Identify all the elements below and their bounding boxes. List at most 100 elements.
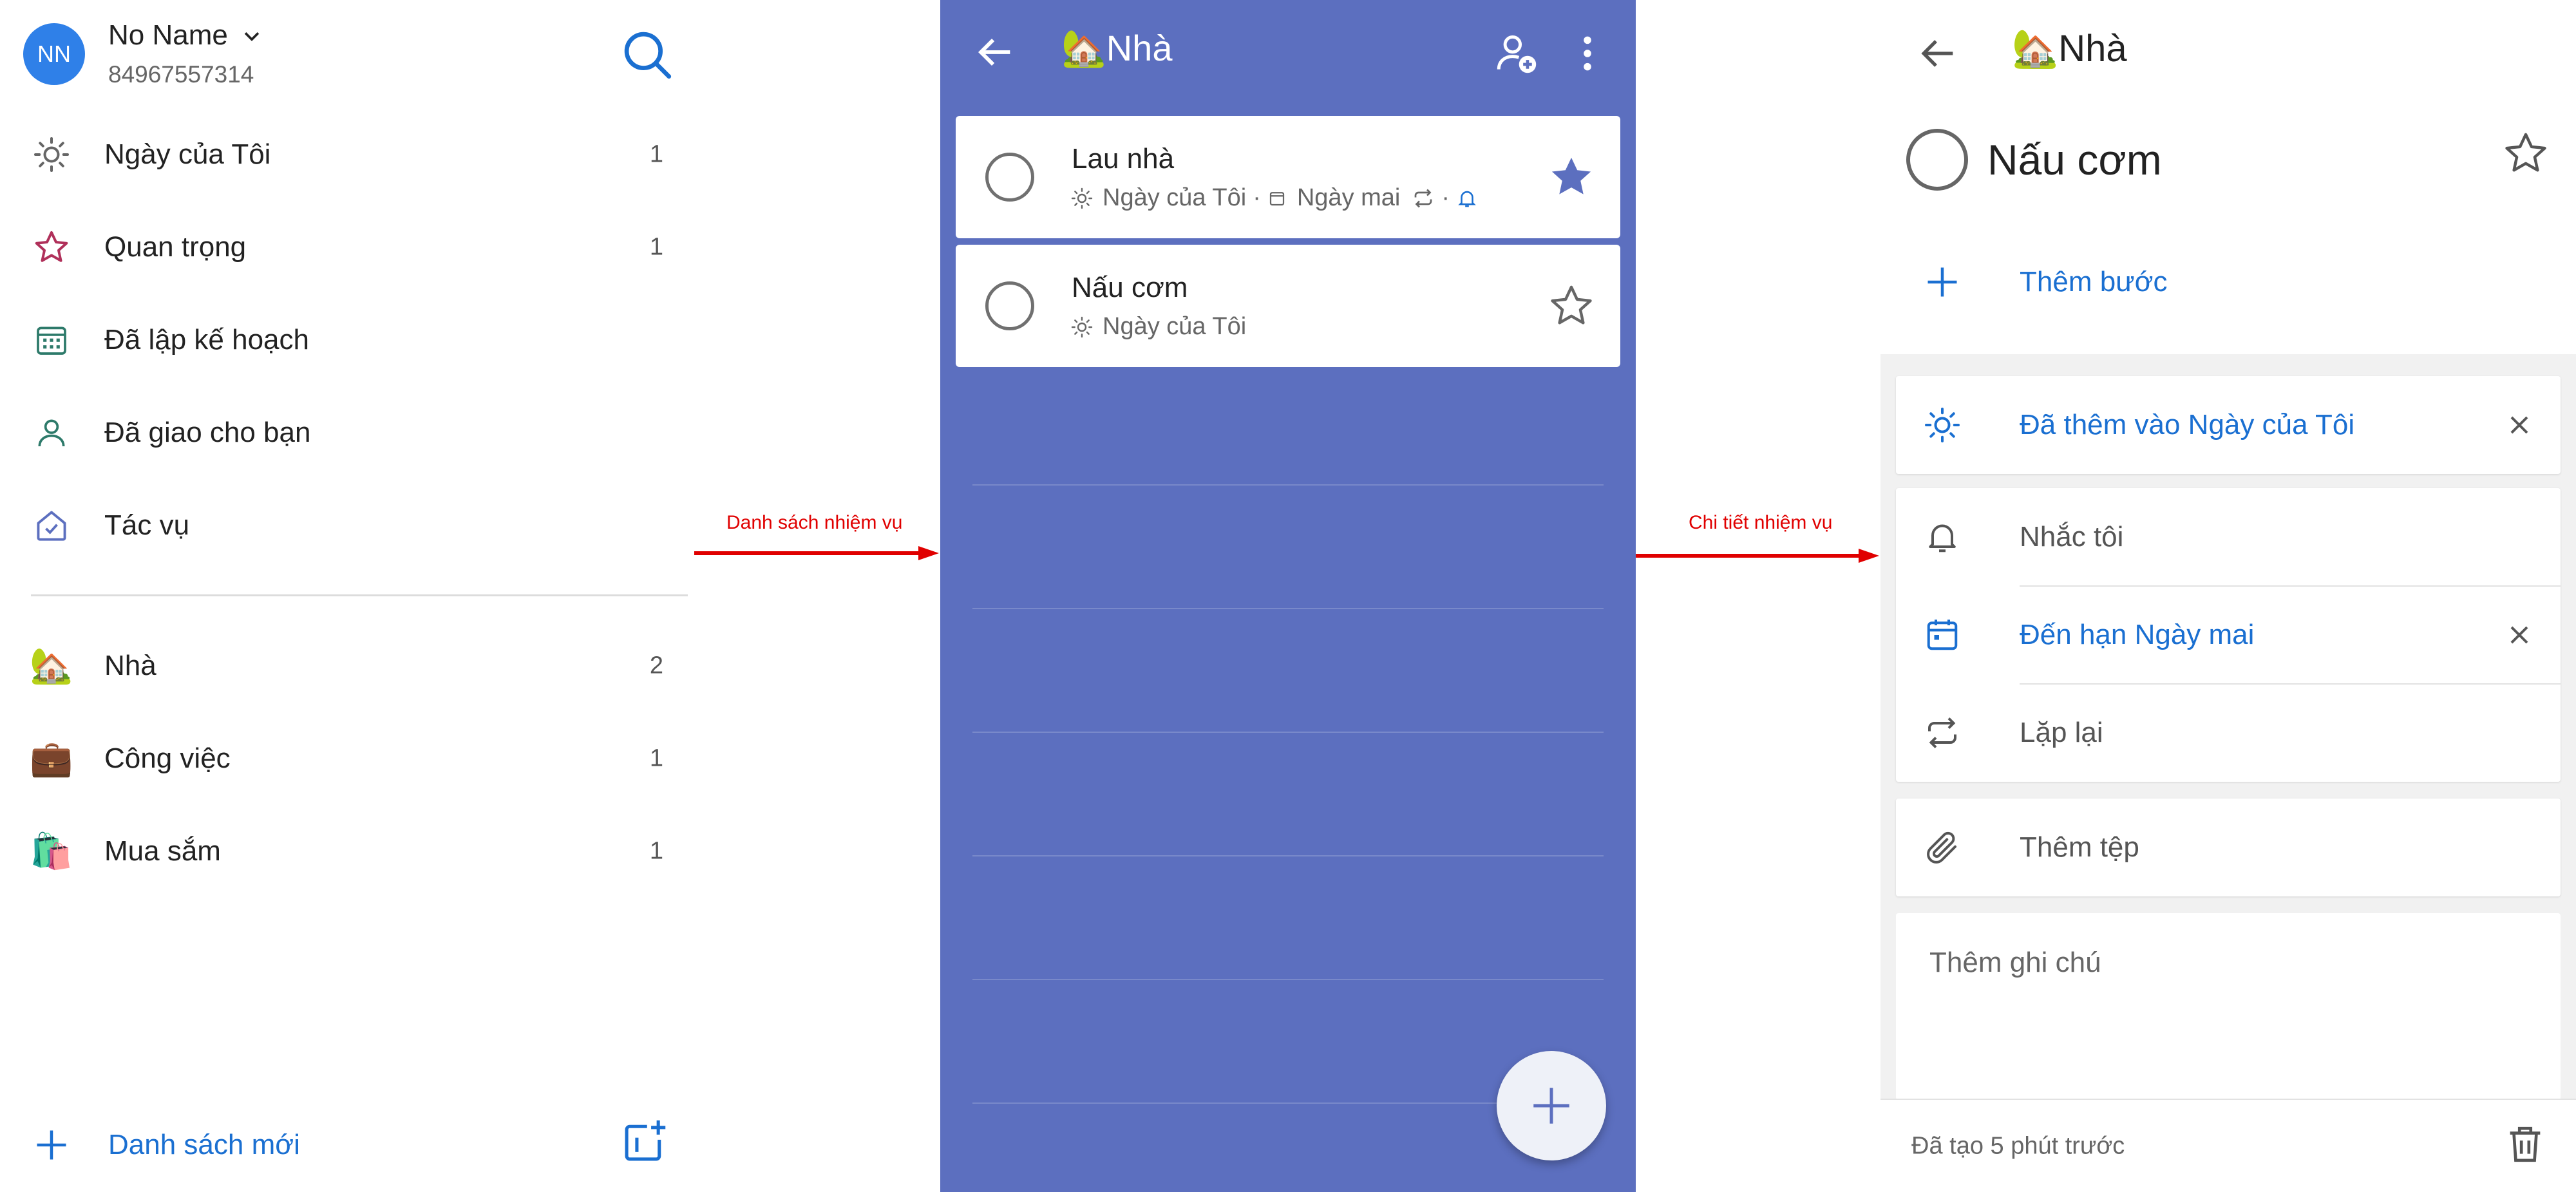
new-group-button[interactable] <box>620 1117 668 1166</box>
note-field[interactable]: Thêm ghi chú <box>1896 913 2561 1100</box>
empty-row-line <box>972 608 1604 609</box>
task-card[interactable]: Lau nhà Ngày của Tôi · Ngày mai · <box>956 116 1620 238</box>
add-step-label: Thêm bước <box>2020 266 2168 298</box>
search-button[interactable] <box>618 26 676 84</box>
added-to-myday-row[interactable]: Đã thêm vào Ngày của Tôi <box>1896 376 2561 474</box>
add-task-button[interactable] <box>1497 1051 1606 1160</box>
remove-due-date-button[interactable] <box>2504 620 2535 650</box>
avatar[interactable]: NN <box>23 23 85 85</box>
sidebar-item-count: 1 <box>649 837 663 865</box>
arrow-icon <box>1636 549 1879 563</box>
repeat-icon <box>1922 712 1963 753</box>
task-title: Nấu cơm <box>1072 272 1188 303</box>
account-switcher[interactable]: No Name <box>108 19 263 52</box>
sidebar-item-count: 1 <box>649 233 663 261</box>
more-vertical-icon <box>1584 36 1591 71</box>
sidebar-item-important[interactable]: Quan trọng 1 <box>0 201 688 294</box>
arrow-icon <box>694 546 939 560</box>
task-meta-due: Ngày mai <box>1296 184 1401 211</box>
sidebar-item-planned[interactable]: Đã lập kế hoạch <box>0 294 688 386</box>
task-title[interactable]: Nấu cơm <box>1987 135 2162 184</box>
task-title: Lau nhà <box>1072 143 1175 175</box>
plus-icon <box>1922 261 1963 303</box>
due-date-row[interactable]: Đến hạn Ngày mai <box>1896 586 2561 684</box>
navigation-drawer: NN No Name 84967557314 Ngày của Tôi 1 Qu… <box>0 0 688 1192</box>
sidebar-item-label: Đã lập kế hoạch <box>104 324 309 355</box>
house-emoji-icon: 🏡 <box>1061 28 1106 68</box>
sun-icon <box>1922 404 1963 446</box>
back-arrow-icon <box>1921 40 1953 67</box>
due-date-label: Đến hạn Ngày mai <box>2020 619 2255 650</box>
attachment-section: Thêm tệp <box>1896 799 2561 896</box>
add-person-icon <box>1497 35 1537 73</box>
bell-icon <box>1456 187 1478 209</box>
divider <box>31 594 688 596</box>
schedule-section: Nhắc tôi Đến hạn Ngày mai Lặp lại <box>1896 488 2561 782</box>
detail-footer: Đã tạo 5 phút trước <box>1880 1099 2576 1192</box>
task-meta-myday: Ngày của Tôi <box>1103 184 1247 211</box>
delete-task-button[interactable] <box>2503 1122 2548 1167</box>
my-day-section: Đã thêm vào Ngày của Tôi <box>1896 376 2561 474</box>
sidebar-item-label: Quan trọng <box>104 231 247 263</box>
repeat-label: Lặp lại <box>2020 717 2103 748</box>
note-placeholder: Thêm ghi chú <box>1929 947 2101 978</box>
calendar-icon <box>31 319 72 361</box>
sidebar-item-label: Tác vụ <box>104 509 190 541</box>
important-star-button[interactable] <box>1547 281 1596 330</box>
task-list-screen: 🏡Nhà Lau nhà Ngày của Tôi · Ngày mai · N… <box>940 0 1636 1192</box>
sun-icon <box>31 134 72 175</box>
empty-row-line <box>972 484 1604 486</box>
back-button[interactable] <box>1915 31 1960 76</box>
sidebar-item-my-day[interactable]: Ngày của Tôi 1 <box>0 108 688 201</box>
separator-dot: · <box>1441 184 1450 211</box>
empty-row-line <box>972 855 1604 856</box>
add-file-row[interactable]: Thêm tệp <box>1896 799 2561 896</box>
back-button[interactable] <box>972 30 1018 75</box>
arrow-label-task-list: Danh sách nhiệm vụ <box>726 512 903 533</box>
complete-checkbox[interactable] <box>985 153 1034 202</box>
new-list-button[interactable]: Danh sách mới <box>0 1100 688 1190</box>
house-emoji-icon: 🏡 <box>2012 28 2059 70</box>
calendar-icon <box>1267 189 1287 208</box>
remove-myday-button[interactable] <box>2504 410 2535 440</box>
sun-icon <box>1070 187 1094 210</box>
sidebar-item-nha[interactable]: 🏡 Nhà 2 <box>0 620 688 712</box>
account-phone: 84967557314 <box>108 61 254 88</box>
important-star-button[interactable] <box>1547 153 1596 202</box>
list-title-text: Nhà <box>2058 28 2127 70</box>
complete-checkbox[interactable] <box>985 281 1034 330</box>
shopping-bags-emoji-icon: 🛍️ <box>30 832 73 871</box>
sidebar-item-count: 1 <box>649 744 663 772</box>
add-step-button[interactable]: Thêm bước <box>1880 233 2576 331</box>
sidebar-item-tasks[interactable]: Tác vụ <box>0 479 688 572</box>
sun-icon <box>1070 316 1094 339</box>
task-meta: Ngày của Tôi · Ngày mai · <box>1070 184 1478 212</box>
sidebar-item-count: 1 <box>649 140 663 168</box>
sidebar-item-assigned[interactable]: Đã giao cho bạn <box>0 386 688 479</box>
calendar-icon <box>1922 614 1963 656</box>
bell-icon <box>1922 516 1963 558</box>
star-filled-icon <box>1551 157 1591 194</box>
share-list-button[interactable] <box>1493 30 1540 77</box>
sidebar-item-cong-viec[interactable]: 💼 Công việc 1 <box>0 712 688 805</box>
repeat-row[interactable]: Lặp lại <box>1896 684 2561 782</box>
list-title: 🏡Nhà <box>1061 27 1172 70</box>
complete-checkbox[interactable] <box>1906 129 1968 191</box>
sidebar-item-label: Mua sắm <box>104 835 221 867</box>
sidebar-item-mua-sam[interactable]: 🛍️ Mua sắm 1 <box>0 805 688 898</box>
close-icon <box>2510 626 2528 644</box>
important-star-button[interactable] <box>2501 129 2550 178</box>
empty-row-line <box>972 732 1604 733</box>
more-options-button[interactable] <box>1575 32 1600 75</box>
new-list-label: Danh sách mới <box>108 1129 300 1160</box>
plus-icon <box>31 1124 72 1166</box>
task-card[interactable]: Nấu cơm Ngày của Tôi <box>956 245 1620 367</box>
house-emoji-icon: 🏡 <box>30 647 73 685</box>
remind-me-label: Nhắc tôi <box>2020 521 2124 553</box>
remind-me-row[interactable]: Nhắc tôi <box>1896 488 2561 586</box>
task-meta-myday: Ngày của Tôi <box>1103 313 1247 340</box>
back-arrow-icon <box>978 38 1010 66</box>
repeat-icon <box>1412 187 1435 210</box>
account-name: No Name <box>108 19 228 51</box>
trash-icon <box>2510 1126 2541 1162</box>
